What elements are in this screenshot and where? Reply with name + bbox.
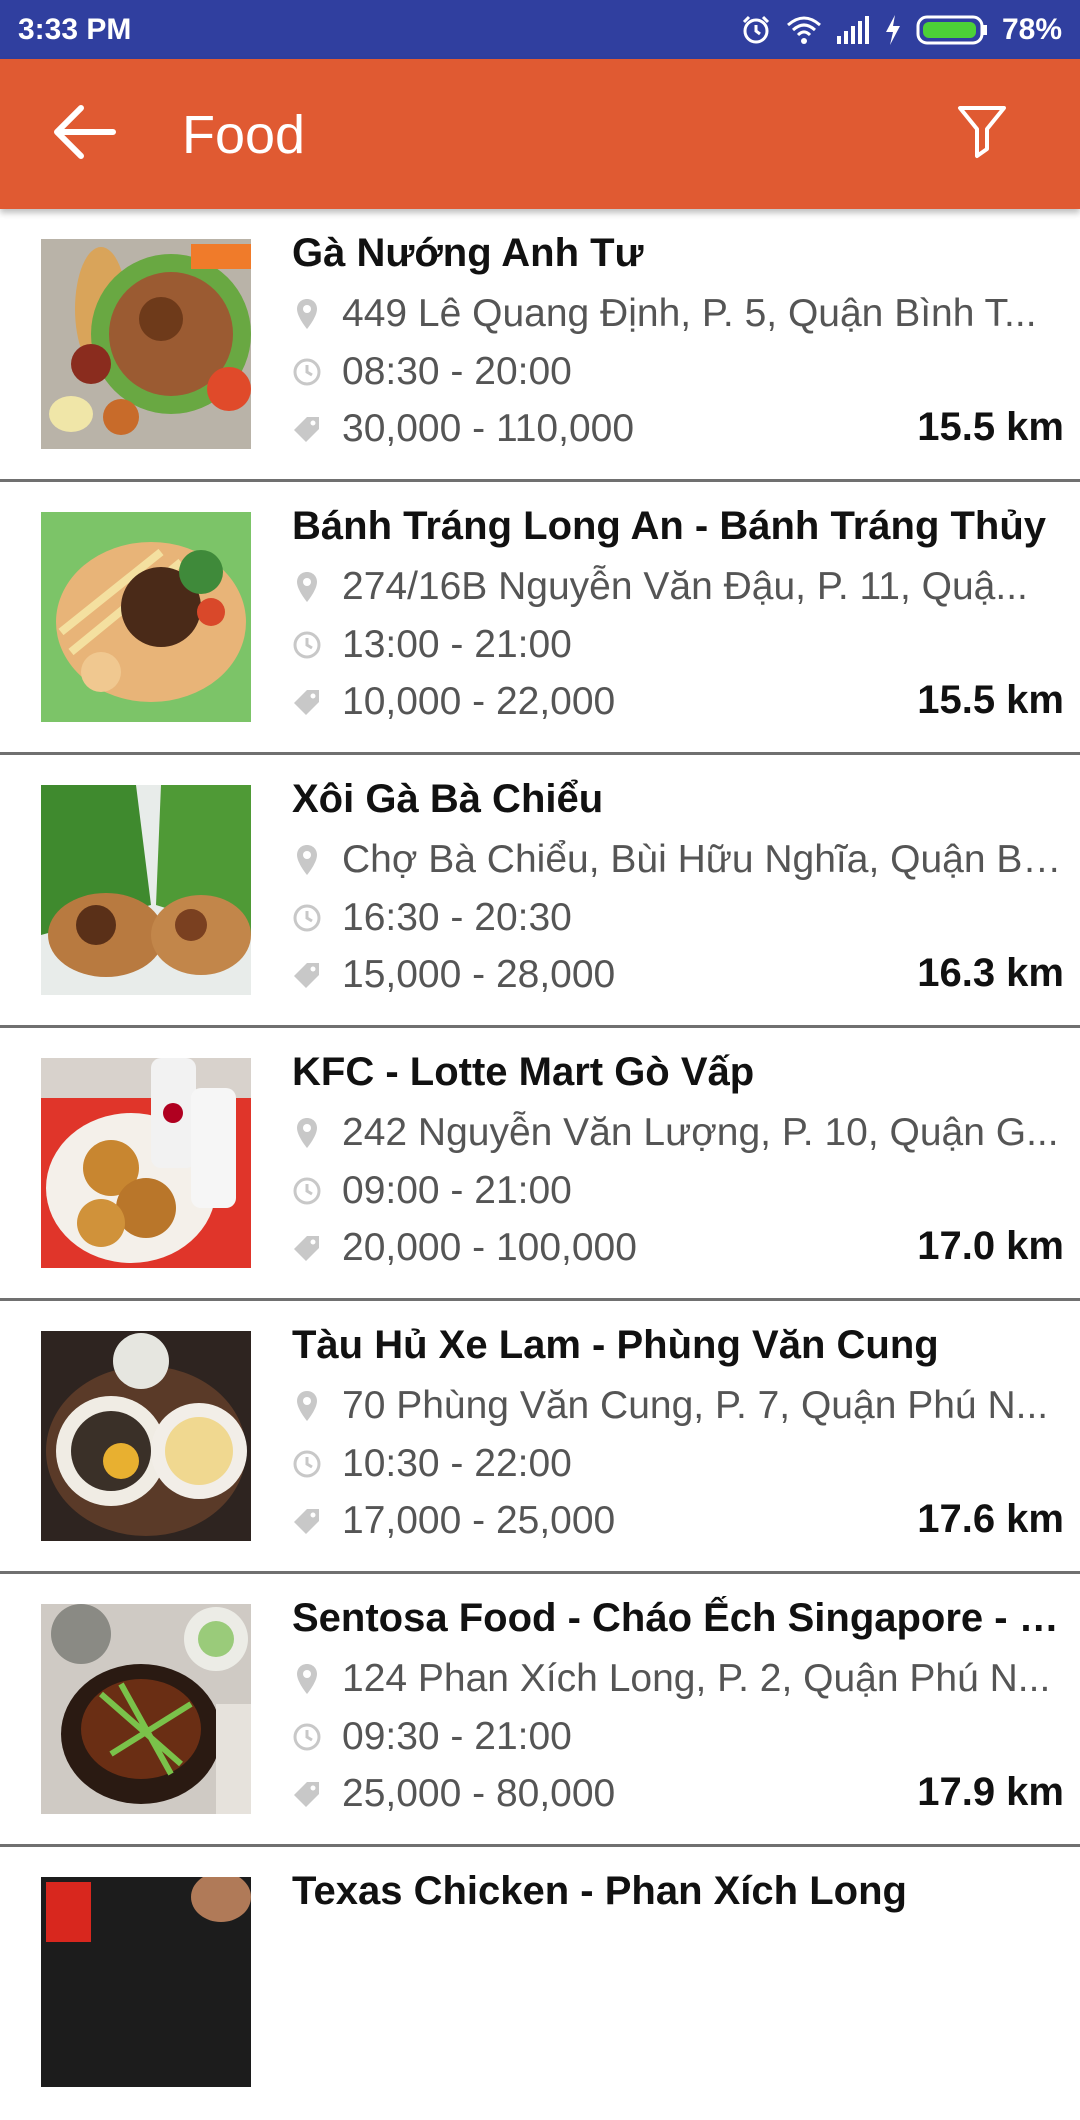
restaurant-name: Xôi Gà Bà Chiểu xyxy=(292,777,604,821)
opening-hours: 09:00 - 21:00 xyxy=(342,1169,572,1212)
restaurant-name: Texas Chicken - Phan Xích Long xyxy=(292,1869,907,1913)
battery-icon xyxy=(916,14,988,46)
list-item[interactable]: Xôi Gà Bà Chiểu Chợ Bà Chiểu, Bùi Hữu Ng… xyxy=(0,755,1080,1028)
restaurant-address: Chợ Bà Chiểu, Bùi Hữu Nghĩa, Quận Bì... xyxy=(342,838,1062,881)
location-pin-icon xyxy=(292,843,322,877)
price-range: 20,000 - 100,000 xyxy=(342,1226,637,1269)
food-photo xyxy=(41,785,251,995)
filter-icon xyxy=(957,105,1007,164)
location-pin-icon xyxy=(292,570,322,604)
price-tag-icon xyxy=(292,412,322,446)
price-range: 25,000 - 80,000 xyxy=(342,1772,616,1815)
wifi-icon xyxy=(786,15,822,45)
restaurant-address: 124 Phan Xích Long, P. 2, Quận Phú N... xyxy=(342,1657,1051,1700)
food-photo xyxy=(41,1331,251,1541)
status-icons: 78% xyxy=(740,10,1062,50)
opening-hours: 10:30 - 22:00 xyxy=(342,1442,572,1485)
list-item[interactable]: Sentosa Food - Cháo Ếch Singapore - P...… xyxy=(0,1574,1080,1847)
restaurant-address: 242 Nguyễn Văn Lượng, P. 10, Quận G... xyxy=(342,1111,1059,1154)
arrow-left-icon xyxy=(53,104,117,165)
price-tag-icon xyxy=(292,958,322,992)
status-bar: 3:33 PM 78% xyxy=(0,0,1080,59)
filter-button[interactable] xyxy=(944,96,1020,172)
distance: 17.0 km xyxy=(917,1224,1064,1268)
signal-icon xyxy=(836,16,870,44)
food-photo xyxy=(41,1877,251,2087)
distance: 17.9 km xyxy=(917,1770,1064,1814)
distance: 15.5 km xyxy=(917,678,1064,722)
restaurant-address: 70 Phùng Văn Cung, P. 7, Quận Phú N... xyxy=(342,1384,1049,1427)
clock-icon xyxy=(292,901,322,935)
opening-hours: 08:30 - 20:00 xyxy=(342,350,572,393)
location-pin-icon xyxy=(292,297,322,331)
restaurant-address: 274/16B Nguyễn Văn Đậu, P. 11, Quậ... xyxy=(342,565,1028,608)
price-tag-icon xyxy=(292,1504,322,1538)
location-pin-icon xyxy=(292,1389,322,1423)
distance: 17.6 km xyxy=(917,1497,1064,1541)
status-time: 3:33 PM xyxy=(18,13,132,46)
alarm-icon xyxy=(740,14,772,46)
restaurant-name: Gà Nướng Anh Tư xyxy=(292,231,644,275)
opening-hours: 13:00 - 21:00 xyxy=(342,623,572,666)
back-button[interactable] xyxy=(40,96,130,172)
restaurant-name: Sentosa Food - Cháo Ếch Singapore - P... xyxy=(292,1596,1062,1640)
distance: 16.3 km xyxy=(917,951,1064,995)
clock-icon xyxy=(292,355,322,389)
battery-percent: 78% xyxy=(1001,13,1062,46)
list-item[interactable]: KFC - Lotte Mart Gò Vấp 242 Nguyễn Văn L… xyxy=(0,1028,1080,1301)
list-item[interactable]: Gà Nướng Anh Tư 449 Lê Quang Định, P. 5,… xyxy=(0,209,1080,482)
price-tag-icon xyxy=(292,685,322,719)
location-pin-icon xyxy=(292,1116,322,1150)
clock-icon xyxy=(292,1720,322,1754)
price-range: 30,000 - 110,000 xyxy=(342,407,635,450)
charging-icon xyxy=(884,15,902,45)
restaurant-address: 449 Lê Quang Định, P. 5, Quận Bình T... xyxy=(342,292,1037,335)
clock-icon xyxy=(292,628,322,662)
price-tag-icon xyxy=(292,1777,322,1811)
restaurant-name: Bánh Tráng Long An - Bánh Tráng Thủy xyxy=(292,504,1047,548)
food-photo xyxy=(41,1604,251,1814)
food-photo xyxy=(41,239,251,449)
list-item[interactable]: Texas Chicken - Phan Xích Long xyxy=(0,1847,1080,2120)
page-title: Food xyxy=(182,105,306,165)
list-item[interactable]: Tàu Hủ Xe Lam - Phùng Văn Cung 70 Phùng … xyxy=(0,1301,1080,1574)
clock-icon xyxy=(292,1174,322,1208)
location-pin-icon xyxy=(292,1662,322,1696)
price-tag-icon xyxy=(292,1231,322,1265)
price-range: 10,000 - 22,000 xyxy=(342,680,616,723)
list-item[interactable]: Bánh Tráng Long An - Bánh Tráng Thủy 274… xyxy=(0,482,1080,755)
price-range: 15,000 - 28,000 xyxy=(342,953,616,996)
price-range: 17,000 - 25,000 xyxy=(342,1499,616,1542)
restaurant-name: Tàu Hủ Xe Lam - Phùng Văn Cung xyxy=(292,1323,939,1367)
restaurant-name: KFC - Lotte Mart Gò Vấp xyxy=(292,1050,755,1094)
distance: 15.5 km xyxy=(917,405,1064,449)
food-photo xyxy=(41,1058,251,1268)
app-bar: Food xyxy=(0,59,1080,209)
opening-hours: 09:30 - 21:00 xyxy=(342,1715,572,1758)
opening-hours: 16:30 - 20:30 xyxy=(342,896,572,939)
restaurant-list[interactable]: Gà Nướng Anh Tư 449 Lê Quang Định, P. 5,… xyxy=(0,209,1080,2120)
food-photo xyxy=(41,512,251,722)
clock-icon xyxy=(292,1447,322,1481)
